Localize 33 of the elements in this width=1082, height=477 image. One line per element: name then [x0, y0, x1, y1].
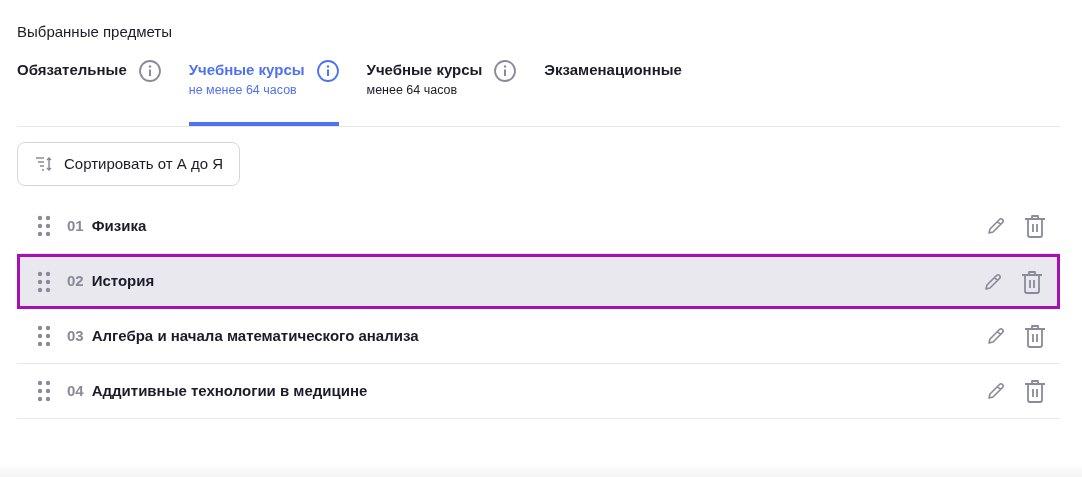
row-number: 02 — [67, 271, 84, 292]
edit-icon[interactable] — [986, 216, 1006, 236]
row-number: 03 — [67, 325, 84, 346]
list-row[interactable]: 03 Алгебра и начала математического анализа — [17, 309, 1060, 364]
trash-icon[interactable] — [1024, 379, 1046, 403]
trash-icon[interactable] — [1021, 269, 1043, 294]
subject-name: Физика — [91, 215, 148, 236]
edit-icon[interactable] — [986, 326, 1006, 346]
list-row[interactable]: 02 История — [17, 254, 1060, 309]
trash-icon[interactable] — [1024, 324, 1046, 348]
tab[interactable]: Обязательные — [17, 60, 161, 126]
drag-handle-icon[interactable] — [37, 215, 51, 237]
subject-name: Алгебра и начала математического анализа — [91, 325, 420, 346]
trash-icon[interactable] — [1024, 214, 1046, 238]
sort-button[interactable]: Сортировать от А до Я — [17, 142, 241, 186]
subject-name: История — [91, 271, 156, 292]
tab[interactable]: Учебные курсы не менее 64 часов — [188, 60, 339, 126]
tab[interactable]: Экзаменационные — [544, 60, 682, 126]
info-icon[interactable] — [494, 60, 517, 82]
tab[interactable]: Учебные курсы менее 64 часов — [366, 60, 517, 126]
drag-handle-icon[interactable] — [37, 380, 51, 402]
drag-handle-icon[interactable] — [37, 325, 51, 347]
list-row[interactable]: 04 Аддитивные технологии в медицине — [17, 364, 1060, 419]
edit-icon[interactable] — [986, 381, 1006, 401]
drag-handle-icon[interactable] — [37, 270, 51, 293]
row-number: 04 — [67, 380, 84, 401]
subject-name: Аддитивные технологии в медицине — [91, 380, 369, 401]
edit-icon[interactable] — [983, 271, 1003, 292]
info-icon[interactable] — [138, 60, 161, 82]
section-title: Выбранные предметы — [17, 22, 173, 42]
info-icon[interactable] — [316, 60, 339, 82]
row-number: 01 — [67, 215, 84, 236]
sort-icon — [34, 156, 54, 172]
